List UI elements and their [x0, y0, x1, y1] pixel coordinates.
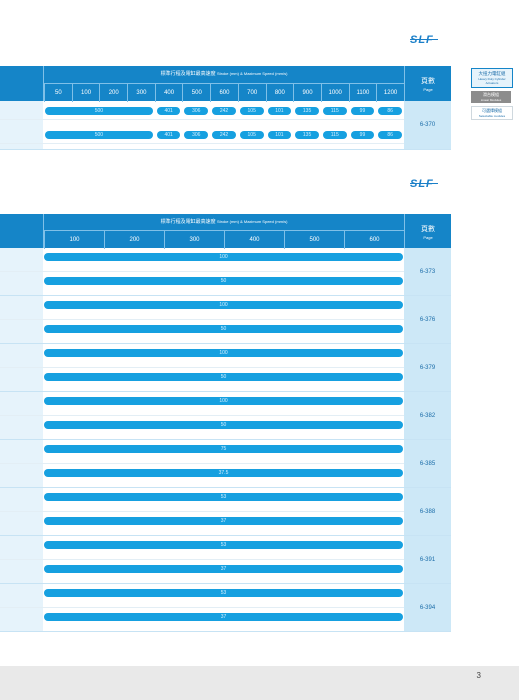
speed-bar: 37 — [44, 517, 403, 525]
speed-pill: 101 — [267, 131, 292, 139]
speed-bar: 37.5 — [44, 469, 403, 477]
side-tab-sublabel: Selectable modules — [478, 114, 506, 118]
page-ref[interactable]: 6-394 — [404, 584, 451, 631]
stroke-header-cell: 300 — [164, 231, 224, 249]
speed-pill: 101 — [267, 107, 292, 115]
page-ref[interactable]: 6-385 — [404, 440, 451, 487]
speed-bar: 53 — [44, 589, 403, 597]
speed-pill: 135 — [295, 131, 319, 139]
speed-bar: 500 — [45, 107, 153, 115]
speed-bar: 100 — [44, 397, 403, 405]
speed-pill: 99 — [350, 107, 375, 115]
table-row: 6-373 100 50 — [0, 248, 451, 296]
speed-pill: 115 — [322, 107, 347, 115]
stroke-header-row: 100 200 300 400 500 600 — [44, 230, 404, 249]
speed-bar: 100 — [44, 301, 403, 309]
speed-bar: 75 — [44, 445, 403, 453]
stroke-header-cell: 1100 — [348, 84, 377, 102]
speed-bar: 50 — [44, 373, 403, 381]
stroke-header-cell: 600 — [210, 84, 238, 102]
table-header: 標準行程及電缸最高速度 Stroke (mm) & Maximum Speed … — [0, 66, 451, 102]
speed-pill: 306 — [184, 131, 209, 139]
stroke-header-cell: 200 — [104, 231, 164, 249]
spec-table-2: 標準行程及電缸最高速度 Stroke (mm) & Maximum Speed … — [0, 214, 451, 632]
table-title: 標準行程及電缸最高速度 Stroke (mm) & Maximum Speed … — [160, 71, 288, 77]
speed-bar: 50 — [44, 421, 403, 429]
side-tab-sublabel: Heavy Duty Cylinder Actuators — [478, 77, 506, 85]
page-ref[interactable]: 6-370 — [404, 101, 451, 149]
speed-pill: 401 — [156, 107, 181, 115]
table-row: 6-391 53 37 — [0, 536, 451, 584]
table-row: 6-385 75 37.5 — [0, 440, 451, 488]
speed-bar: 53 — [44, 493, 403, 501]
page-column-header: 頁數 Page — [404, 66, 451, 101]
speed-bar: 50 — [44, 325, 403, 333]
stroke-header-cell: 1000 — [320, 84, 349, 102]
stroke-header-cell: 500 — [182, 84, 210, 102]
table-row: 6-379 100 50 — [0, 344, 451, 392]
table-header: 標準行程及電缸最高速度 Stroke (mm) & Maximum Speed … — [0, 214, 451, 249]
stroke-header-cell: 200 — [99, 84, 127, 102]
stroke-header-cell: 1200 — [376, 84, 404, 102]
page-footer: 3 — [0, 666, 519, 700]
stroke-header-row: 50 100 200 300 400 500 600 700 800 900 1000 1100 120… — [44, 83, 404, 102]
page-ref[interactable]: 6-379 — [404, 344, 451, 391]
side-tab-heavy-duty[interactable]: 大扭力電缸組 Heavy Duty Cylinder Actuators — [471, 68, 513, 88]
speed-pill: 86 — [378, 131, 402, 139]
speed-bar: 50 — [44, 277, 403, 285]
brand-logo: SLF — [410, 34, 438, 46]
stroke-header-cell: 600 — [344, 231, 404, 249]
speed-pill: 242 — [212, 107, 236, 115]
stroke-header-cell: 300 — [127, 84, 155, 102]
stroke-header-cell: 800 — [265, 84, 294, 102]
speed-bar: 53 — [44, 541, 403, 549]
speed-pill: 242 — [212, 131, 236, 139]
speed-pill: 99 — [350, 131, 375, 139]
speed-pill: 86 — [378, 107, 402, 115]
table-row: 6-388 53 37 — [0, 488, 451, 536]
spec-table-1: 標準行程及電缸最高速度 Stroke (mm) & Maximum Speed … — [0, 66, 451, 150]
stroke-header-cell: 900 — [293, 84, 321, 102]
speed-pill: 105 — [239, 107, 264, 115]
speed-pill: 401 — [156, 131, 181, 139]
side-tab-linear-modules[interactable]: 滑台模組 Linear Modules — [471, 91, 511, 103]
brand-logo-2: SLF — [410, 178, 438, 190]
speed-bar: 500 — [45, 131, 153, 139]
side-tab-selectable[interactable]: 可選擇模組 Selectable modules — [471, 106, 513, 120]
page-ref[interactable]: 6-388 — [404, 488, 451, 535]
speed-pill: 115 — [322, 131, 347, 139]
page-ref[interactable]: 6-373 — [404, 248, 451, 295]
table-row: 6-382 100 50 — [0, 392, 451, 440]
stroke-header-cell: 500 — [284, 231, 344, 249]
stroke-header-cell: 50 — [44, 84, 72, 102]
stroke-header-cell: 700 — [237, 84, 266, 102]
speed-bar: 37 — [44, 613, 403, 621]
table-row: 6-376 100 50 — [0, 296, 451, 344]
speed-pill: 135 — [295, 107, 319, 115]
table-row: 6-394 53 37 — [0, 584, 451, 632]
page-number: 3 — [476, 671, 481, 680]
speed-pill: 105 — [239, 131, 264, 139]
side-tab-sublabel: Linear Modules — [480, 98, 502, 102]
page-column-header: 頁數 Page — [404, 214, 451, 248]
stroke-header-cell: 400 — [224, 231, 284, 249]
stroke-header-cell: 100 — [71, 84, 100, 102]
speed-bar: 37 — [44, 565, 403, 573]
speed-bar: 100 — [44, 349, 403, 357]
page-ref[interactable]: 6-391 — [404, 536, 451, 583]
page-ref[interactable]: 6-382 — [404, 392, 451, 439]
table-title: 標準行程及電缸最高速度 Stroke (mm) & Maximum Speed … — [160, 219, 288, 225]
stroke-header-cell: 100 — [44, 231, 104, 249]
stroke-header-cell: 400 — [154, 84, 183, 102]
speed-bar: 100 — [44, 253, 403, 261]
page-ref[interactable]: 6-376 — [404, 296, 451, 343]
speed-pill: 306 — [184, 107, 209, 115]
